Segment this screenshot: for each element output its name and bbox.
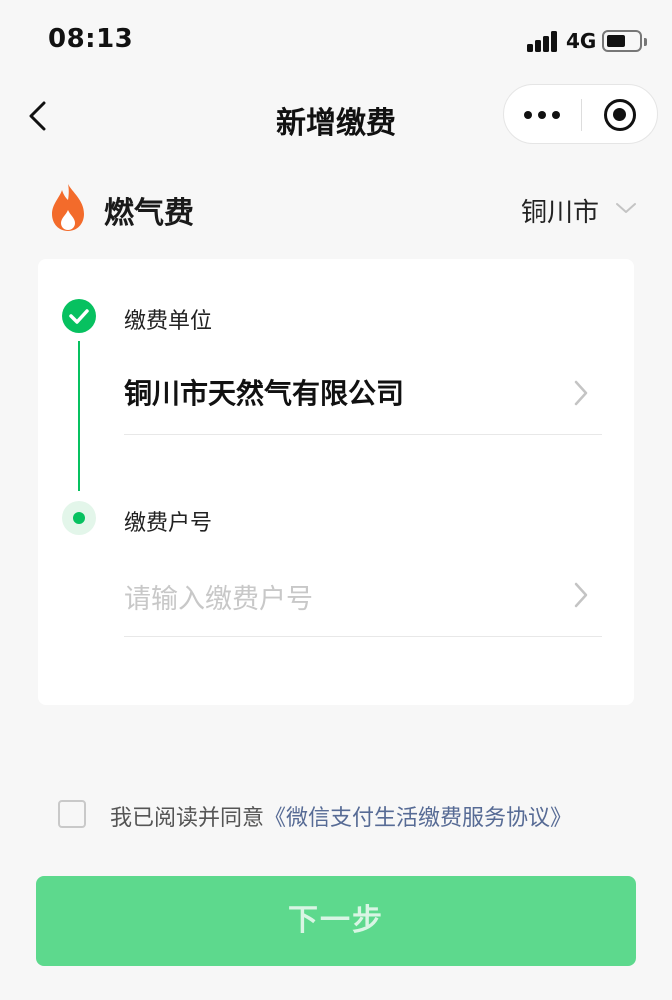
category-row: 燃气费 铜川市 [0, 178, 672, 238]
category-name: 燃气费 [104, 196, 194, 231]
payment-unit-label: 缴费单位 [124, 309, 213, 334]
status-bar: 08:13 4G [0, 0, 672, 84]
chevron-right-icon[interactable] [573, 581, 589, 609]
account-number-label: 缴费户号 [124, 511, 213, 536]
agreement-prefix: 我已阅读并同意 [110, 806, 265, 831]
agreement-checkbox[interactable] [58, 800, 86, 828]
target-icon[interactable] [604, 99, 636, 131]
agreement-link[interactable]: 《微信支付生活缴费服务协议》 [264, 806, 572, 831]
divider [124, 434, 602, 435]
more-dots-icon[interactable] [504, 85, 581, 145]
signal-icon [527, 30, 559, 52]
payment-form-card: 缴费单位 铜川市天然气有限公司 缴费户号 请输入缴费户号 [38, 259, 634, 705]
nav-bar: 新增缴费 [0, 84, 672, 148]
agreement-row: 我已阅读并同意《微信支付生活缴费服务协议》 [58, 800, 658, 832]
network-type: 4G [566, 29, 597, 53]
current-step-dot-icon [62, 501, 96, 535]
chevron-right-icon[interactable] [573, 379, 589, 407]
account-number-input[interactable]: 请输入缴费户号 [124, 577, 313, 616]
agreement-text: 我已阅读并同意《微信支付生活缴费服务协议》 [110, 800, 572, 832]
check-circle-icon [62, 299, 96, 333]
battery-icon [602, 30, 647, 52]
capsule-divider [581, 99, 582, 131]
city-selector[interactable]: 铜川市 [521, 192, 599, 229]
payment-unit-value[interactable]: 铜川市天然气有限公司 [124, 372, 404, 412]
flame-icon [48, 182, 88, 232]
status-time: 08:13 [48, 24, 134, 54]
step-connector-line [78, 341, 80, 491]
chevron-down-icon[interactable] [614, 200, 638, 216]
next-button[interactable]: 下一步 [36, 876, 636, 966]
mini-program-capsule [503, 84, 658, 144]
divider [124, 636, 602, 637]
